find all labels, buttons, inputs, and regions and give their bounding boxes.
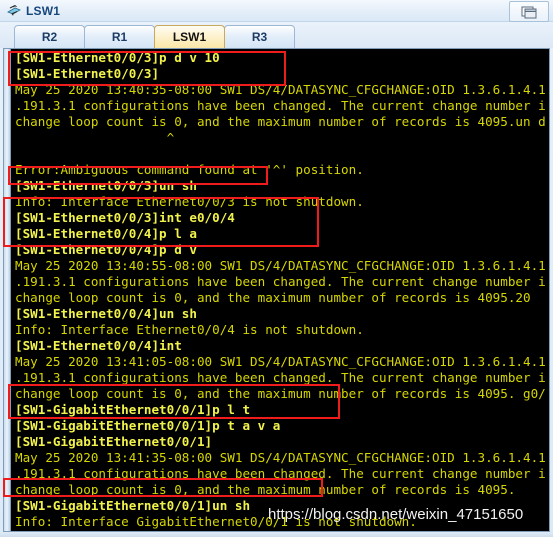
tab-lsw1[interactable]: LSW1 xyxy=(154,25,225,48)
tab-r1[interactable]: R1 xyxy=(84,25,155,48)
device-tabstrip: R2 R1 LSW1 R3 xyxy=(0,22,553,48)
window-titlebar: LSW1 xyxy=(0,0,553,22)
window-title: LSW1 xyxy=(26,3,61,18)
terminal-line: [SW1-Ethernet0/0/3]int e0/0/4 xyxy=(15,210,235,225)
terminal-line: [SW1-Ethernet0/0/3]p d v 10 xyxy=(15,50,220,65)
terminal-line: [SW1-GigabitEthernet0/0/1] xyxy=(15,434,213,449)
terminal-line: [SW1-Ethernet0/0/4]p d v xyxy=(15,242,197,257)
terminal-line: May 25 2020 13:41:05-08:00 SW1 DS/4/DATA… xyxy=(15,354,546,369)
terminal-line: .191.3.1 configurations have been change… xyxy=(15,466,546,481)
restore-window-button[interactable] xyxy=(509,1,549,22)
terminal-line: May 25 2020 13:41:35-08:00 SW1 DS/4/DATA… xyxy=(15,450,546,465)
window-bottom-edge xyxy=(0,532,553,537)
terminal-line: [SW1-Ethernet0/0/3] xyxy=(15,66,160,81)
terminal-line: ^ xyxy=(15,130,175,145)
watermark-url: https://blog.csdn.net/weixin_47151650 xyxy=(268,506,524,523)
switch-device-icon xyxy=(6,3,22,19)
terminal-line: change loop count is 0, and the maximum … xyxy=(15,386,546,401)
terminal-line: change loop count is 0, and the maximum … xyxy=(15,114,546,129)
terminal-line: May 25 2020 13:40:55-08:00 SW1 DS/4/DATA… xyxy=(15,258,546,273)
terminal-line: Error:Ambiguous command found at '^' pos… xyxy=(15,162,364,177)
terminal-line: change loop count is 0, and the maximum … xyxy=(15,482,516,497)
terminal-line: .191.3.1 configurations have been change… xyxy=(15,274,546,289)
terminal-line: .191.3.1 configurations have been change… xyxy=(15,370,546,385)
terminal-line: .191.3.1 configurations have been change… xyxy=(15,98,546,113)
terminal-line: change loop count is 0, and the maximum … xyxy=(15,290,531,305)
terminal-output[interactable]: [SW1-Ethernet0/0/3]p d v 10 [SW1-Ethernet… xyxy=(12,49,549,531)
tab-r3[interactable]: R3 xyxy=(224,25,295,48)
terminal-line: [SW1-GigabitEthernet0/0/1] xyxy=(12,530,549,531)
tab-r2[interactable]: R2 xyxy=(14,25,85,48)
terminal-line: Info: Interface Ethernet0/0/3 is not shu… xyxy=(15,194,364,209)
terminal-scrollbar[interactable] xyxy=(4,49,11,531)
terminal-line: [SW1-GigabitEthernet0/0/1]p l t xyxy=(15,402,251,417)
restore-window-icon xyxy=(521,6,537,18)
terminal-line: [SW1-Ethernet0/0/4]int xyxy=(15,338,182,353)
terminal-line: Info: Interface Ethernet0/0/4 is not shu… xyxy=(15,322,364,337)
terminal-line: [SW1-Ethernet0/0/4]un sh xyxy=(15,306,197,321)
terminal-frame: [SW1-Ethernet0/0/3]p d v 10 [SW1-Ethernet… xyxy=(3,48,550,532)
terminal-line: [SW1-Ethernet0/0/4]p l a xyxy=(15,226,197,241)
terminal-line: [SW1-Ethernet0/0/3]un sh xyxy=(15,178,197,193)
terminal-line: May 25 2020 13:40:35-08:00 SW1 DS/4/DATA… xyxy=(15,82,546,97)
terminal-line: [SW1-GigabitEthernet0/0/1]p t a v a xyxy=(15,418,281,433)
emulator-window: LSW1 R2 R1 LSW1 R3 [SW1-Ethernet0/0/3]p d v… xyxy=(0,0,553,537)
